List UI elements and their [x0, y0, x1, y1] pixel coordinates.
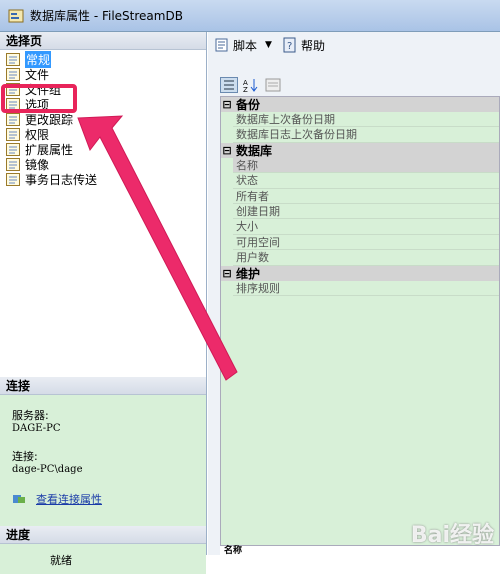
property-row[interactable]: 名称: [233, 157, 499, 174]
property-row[interactable]: 排序规则: [233, 281, 499, 296]
page-item-options[interactable]: 选项: [6, 97, 206, 112]
connection-properties-icon: [13, 495, 25, 503]
category-maintenance[interactable]: ⊟ 维护: [221, 265, 499, 281]
page-item-general[interactable]: 常规: [6, 51, 206, 68]
category-database[interactable]: ⊟ 数据库: [221, 142, 499, 158]
script-label: 脚本: [233, 38, 258, 53]
page-list: 常规 文件 文件组 选项 更改跟踪 权限 扩展属性 镜像 事务日志传送: [0, 50, 206, 377]
page-icon: [6, 68, 20, 81]
page-icon: [6, 98, 20, 111]
page-item-filegroups[interactable]: 文件组: [6, 82, 206, 97]
chevron-down-icon[interactable]: ▼: [265, 40, 272, 50]
property-row[interactable]: 所有者: [233, 189, 499, 204]
page-item-extended-properties[interactable]: 扩展属性: [6, 142, 206, 157]
server-label: 服务器:: [12, 409, 49, 422]
property-row[interactable]: 数据库日志上次备份日期: [233, 127, 499, 143]
toolbar: 脚本 ▼ ? 帮助: [208, 32, 500, 58]
title-bar: 数据库属性 - FileStreamDB: [0, 0, 500, 32]
select-page-header: 选择页: [0, 32, 206, 50]
property-pages-icon[interactable]: [264, 77, 282, 93]
property-row[interactable]: 创建日期: [233, 204, 499, 220]
property-grid: ⊟ 备份 数据库上次备份日期 数据库日志上次备份日期 ⊟ 数据库 名称 状态 所…: [220, 96, 500, 555]
collapse-icon[interactable]: ⊟: [221, 98, 233, 111]
categorized-icon[interactable]: [220, 77, 238, 93]
sort-alphabetical-icon[interactable]: AZ: [242, 77, 260, 93]
property-grid-toolbar: AZ: [220, 74, 286, 96]
page-label: 事务日志传送: [25, 173, 98, 187]
property-row[interactable]: 数据库上次备份日期: [233, 112, 499, 128]
connection-header: 连接: [0, 377, 206, 395]
view-connection-properties-label: 查看连接属性: [36, 493, 102, 506]
progress-status: 就绪: [50, 554, 72, 567]
category-label: 维护: [236, 266, 261, 281]
right-pane: 脚本 ▼ ? 帮助 AZ ⊟ 备份 数据库上次备份日期 数据库日志上次备份日期 …: [208, 32, 500, 556]
script-button[interactable]: 脚本 ▼: [214, 37, 272, 54]
page-icon: [6, 113, 20, 126]
page-icon: [6, 128, 20, 141]
collapse-icon[interactable]: ⊟: [221, 144, 233, 157]
page-item-permissions[interactable]: 权限: [6, 127, 206, 142]
server-value: DAGE-PC: [12, 423, 61, 434]
property-row[interactable]: 用户数: [233, 250, 499, 266]
progress-panel: 就绪: [0, 544, 206, 574]
page-item-log-shipping[interactable]: 事务日志传送: [6, 172, 206, 187]
property-row[interactable]: 状态: [233, 173, 499, 189]
page-icon: [6, 83, 20, 96]
view-connection-properties-link[interactable]: 查看连接属性: [12, 491, 194, 507]
category-backup[interactable]: ⊟ 备份: [221, 97, 499, 112]
page-icon: [6, 53, 20, 66]
window-title: 数据库属性 - FileStreamDB: [30, 9, 183, 23]
page-item-change-tracking[interactable]: 更改跟踪: [6, 112, 206, 127]
watermark: Bai经验: [410, 523, 494, 548]
connection-label: 连接:: [12, 450, 38, 463]
progress-header: 进度: [0, 526, 206, 544]
left-pane: 选择页 常规 文件 文件组 选项 更改跟踪 权限 扩展属性 镜像 事务日志传送 …: [0, 32, 207, 574]
page-icon: [6, 173, 20, 186]
database-properties-icon: [8, 9, 24, 22]
connection-panel: 服务器: DAGE-PC 连接: dage-PC\dage 查看连接属性: [0, 395, 206, 526]
page-item-mirroring[interactable]: 镜像: [6, 157, 206, 172]
category-label: 数据库: [236, 143, 273, 158]
property-row[interactable]: 大小: [233, 219, 499, 235]
help-button[interactable]: ? 帮助: [282, 37, 325, 54]
script-icon: [215, 38, 228, 52]
page-icon: [6, 158, 20, 171]
page-item-files[interactable]: 文件: [6, 67, 206, 82]
category-label: 备份: [236, 98, 261, 112]
connection-value: dage-PC\dage: [12, 464, 83, 475]
svg-text:Z: Z: [243, 86, 248, 93]
svg-text:?: ?: [287, 41, 292, 52]
property-row[interactable]: 可用空间: [233, 235, 499, 251]
help-icon: ?: [283, 37, 296, 53]
help-label: 帮助: [300, 38, 325, 53]
page-icon: [6, 143, 20, 156]
collapse-icon[interactable]: ⊟: [221, 267, 233, 280]
